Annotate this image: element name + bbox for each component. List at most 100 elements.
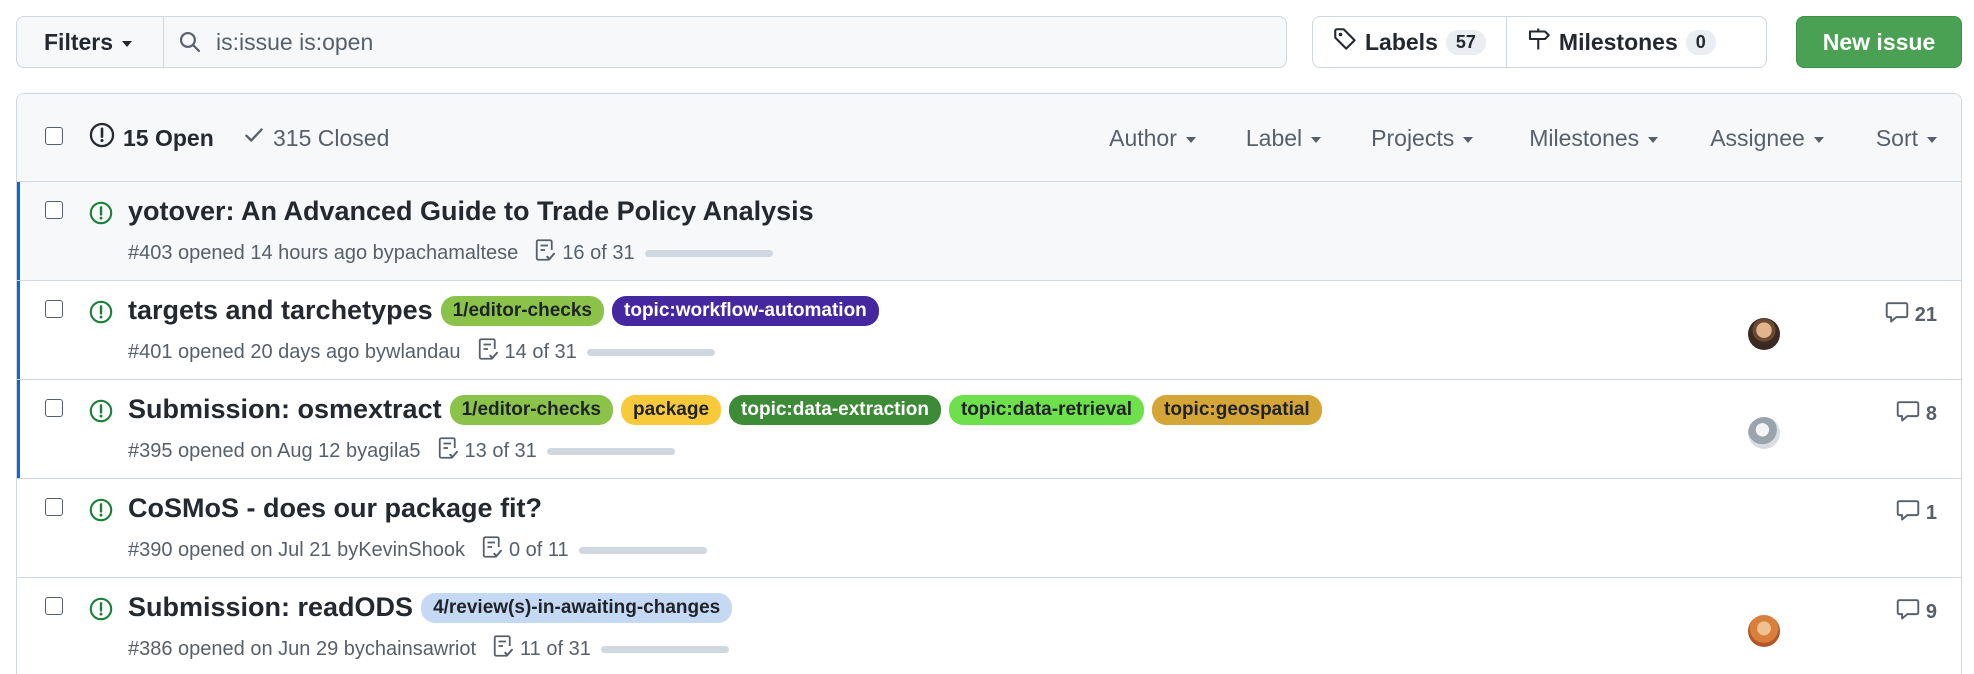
issue-opened-icon bbox=[89, 399, 113, 428]
task-progress[interactable]: 16 of 31 bbox=[534, 238, 773, 268]
select-all-checkbox[interactable] bbox=[45, 127, 63, 145]
issue-checkbox[interactable] bbox=[45, 201, 63, 219]
sort-dropdown[interactable]: Sort bbox=[1876, 125, 1937, 152]
milestones-link-label: Milestones bbox=[1558, 28, 1678, 55]
projects-filter[interactable]: Projects bbox=[1371, 125, 1474, 152]
comments-link[interactable]: 1 bbox=[1896, 499, 1937, 527]
issue-title-line: Submission: readODS 4/review(s)-in-await… bbox=[128, 592, 1711, 623]
issue-checkbox[interactable] bbox=[45, 597, 63, 615]
issue-author-link[interactable]: pachamaltese bbox=[394, 242, 519, 265]
chevron-down-icon bbox=[1927, 136, 1937, 143]
filters-button[interactable]: Filters bbox=[16, 16, 164, 68]
chevron-down-icon bbox=[1813, 136, 1824, 143]
task-progress-bar bbox=[578, 546, 707, 554]
issue-rows: yotover: An Advanced Guide to Trade Poli… bbox=[17, 182, 1961, 674]
issue-label[interactable]: topic:workflow-automation bbox=[612, 295, 879, 326]
issues-list-header: 15 Open 315 Closed Author Label Projects… bbox=[17, 94, 1961, 182]
issue-author-link[interactable]: wlandau bbox=[386, 341, 461, 364]
issue-label[interactable]: topic:data-retrieval bbox=[948, 394, 1145, 425]
issue-label[interactable]: package bbox=[621, 394, 722, 425]
issue-title-link[interactable]: Submission: readODS bbox=[128, 592, 413, 623]
issue-main: yotover: An Advanced Guide to Trade Poli… bbox=[128, 196, 1711, 268]
open-issues-label: 15 Open bbox=[123, 124, 214, 151]
list-filters: Author Label Projects Milestones Assigne… bbox=[1109, 94, 1961, 182]
search-input[interactable] bbox=[216, 28, 1286, 56]
issue-title-link[interactable]: targets and tarchetypes bbox=[128, 295, 433, 326]
issue-label[interactable]: 1/editor-checks bbox=[449, 394, 613, 425]
search-bar bbox=[163, 16, 1287, 68]
issue-row[interactable]: CoSMoS - does our package fit? #390 open… bbox=[17, 479, 1961, 578]
new-issue-button[interactable]: New issue bbox=[1796, 16, 1962, 68]
task-progress-text: 13 of 31 bbox=[464, 439, 537, 462]
issue-author-link[interactable]: KevinShook bbox=[358, 539, 465, 562]
task-progress[interactable]: 0 of 11 bbox=[481, 535, 707, 565]
chevron-down-icon bbox=[1185, 136, 1196, 143]
assignee-avatar[interactable] bbox=[1748, 615, 1780, 647]
issue-opened-icon bbox=[89, 300, 113, 329]
issue-meta-text: #403 opened 14 hours ago by bbox=[128, 241, 394, 264]
issue-checkbox[interactable] bbox=[45, 300, 63, 318]
issue-author-link[interactable]: chainsawriot bbox=[365, 638, 476, 661]
labels-milestones-nav: Labels 57 Milestones 0 bbox=[1312, 16, 1767, 68]
labels-link[interactable]: Labels 57 bbox=[1313, 17, 1506, 67]
assignee-avatar[interactable] bbox=[1748, 318, 1780, 350]
issue-checkbox[interactable] bbox=[45, 498, 63, 516]
milestones-link[interactable]: Milestones 0 bbox=[1505, 17, 1736, 67]
issue-row[interactable]: yotover: An Advanced Guide to Trade Poli… bbox=[17, 182, 1961, 281]
issue-title-link[interactable]: Submission: osmextract bbox=[128, 394, 442, 425]
task-progress[interactable]: 11 of 31 bbox=[492, 634, 729, 664]
issue-label[interactable]: 1/editor-checks bbox=[440, 295, 605, 326]
chevron-down-icon bbox=[122, 40, 133, 47]
issue-meta: #390 opened on Jul 21 by KevinShook 0 of… bbox=[128, 535, 1711, 565]
check-icon bbox=[243, 124, 265, 152]
assignee-avatar[interactable] bbox=[1748, 417, 1780, 449]
issue-label[interactable]: topic:geospatial bbox=[1152, 394, 1322, 425]
task-progress-text: 0 of 11 bbox=[508, 538, 569, 561]
issue-title-link[interactable]: yotover: An Advanced Guide to Trade Poli… bbox=[128, 196, 814, 227]
author-filter[interactable]: Author bbox=[1109, 125, 1196, 152]
milestone-icon bbox=[1527, 27, 1551, 57]
issue-label[interactable]: topic:data-extraction bbox=[729, 394, 941, 425]
issue-row[interactable]: Submission: osmextract 1/editor-checks pa… bbox=[17, 380, 1961, 479]
label-filter[interactable]: Label bbox=[1246, 125, 1322, 152]
issue-opened-icon bbox=[89, 498, 113, 527]
issue-label[interactable]: 4/review(s)-in-awaiting-changes bbox=[421, 592, 733, 623]
comments-link[interactable]: 9 bbox=[1896, 598, 1937, 626]
issue-title-line: targets and tarchetypes 1/editor-checks t… bbox=[128, 295, 1711, 326]
tasklist-icon bbox=[437, 436, 459, 466]
comments-count: 9 bbox=[1925, 600, 1937, 623]
labels-link-label: Labels bbox=[1365, 28, 1438, 55]
author-filter-label: Author bbox=[1109, 124, 1177, 151]
closed-issues-tab[interactable]: 315 Closed bbox=[243, 94, 389, 182]
task-progress-text: 11 of 31 bbox=[520, 637, 591, 660]
comments-count: 21 bbox=[1914, 303, 1937, 326]
comments-link[interactable]: 8 bbox=[1896, 400, 1937, 428]
comment-icon bbox=[1896, 400, 1920, 428]
labels-count: 57 bbox=[1445, 29, 1486, 55]
assignee-filter[interactable]: Assignee bbox=[1710, 125, 1824, 152]
task-progress[interactable]: 14 of 31 bbox=[477, 337, 715, 367]
comments-count: 8 bbox=[1925, 402, 1937, 425]
issue-main: Submission: readODS 4/review(s)-in-await… bbox=[128, 592, 1711, 664]
task-progress-text: 16 of 31 bbox=[562, 241, 635, 264]
task-progress[interactable]: 13 of 31 bbox=[437, 436, 675, 466]
issue-author-link[interactable]: agila5 bbox=[367, 440, 420, 463]
tag-icon bbox=[1333, 27, 1357, 57]
comments-link[interactable]: 21 bbox=[1885, 301, 1937, 329]
issue-row[interactable]: Submission: readODS 4/review(s)-in-await… bbox=[17, 578, 1961, 674]
open-issues-tab[interactable]: 15 Open bbox=[89, 94, 214, 182]
issue-meta: #386 opened on Jun 29 by chainsawriot 11… bbox=[128, 634, 1711, 664]
tasklist-icon bbox=[534, 238, 556, 268]
tasklist-icon bbox=[477, 337, 499, 367]
issue-checkbox[interactable] bbox=[45, 399, 63, 417]
issues-toolbar: Filters Labels 57 Milestones 0 New issue bbox=[16, 16, 1962, 68]
issue-main: Submission: osmextract 1/editor-checks pa… bbox=[128, 394, 1711, 466]
issue-row[interactable]: targets and tarchetypes 1/editor-checks t… bbox=[17, 281, 1961, 380]
issue-meta: #395 opened on Aug 12 by agila5 13 of 31 bbox=[128, 436, 1711, 466]
issue-title-link[interactable]: CoSMoS - does our package fit? bbox=[128, 493, 542, 524]
tasklist-icon bbox=[481, 535, 503, 565]
comment-icon bbox=[1885, 301, 1909, 329]
issue-meta-text: #386 opened on Jun 29 by bbox=[128, 637, 365, 660]
task-progress-bar bbox=[600, 645, 729, 653]
milestones-filter[interactable]: Milestones bbox=[1529, 125, 1659, 152]
